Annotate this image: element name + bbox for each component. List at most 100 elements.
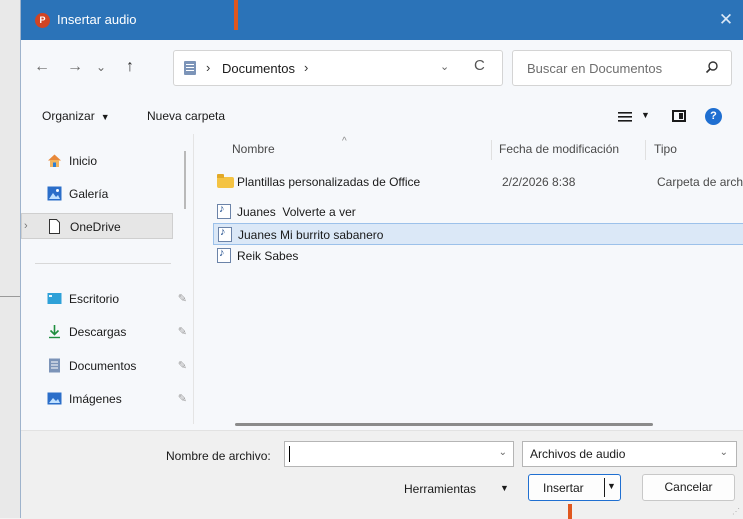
file-row[interactable]: Juanes Volverte a ver — [213, 201, 743, 223]
dialog-footer: Nombre de archivo: ⌄ Archivos de audio ⌄… — [21, 430, 743, 519]
gallery-icon — [47, 186, 62, 201]
filename-input[interactable] — [291, 442, 495, 466]
file-date: 2/2/2026 8:38 — [502, 175, 576, 189]
file-name: Juanes Mi burrito sabanero — [238, 228, 384, 242]
filename-label: Nombre de archivo: — [166, 449, 271, 463]
column-header-type[interactable]: Tipo — [654, 142, 677, 156]
sidebar-scrollbar[interactable] — [193, 134, 194, 424]
help-icon[interactable]: ? — [705, 108, 722, 125]
pin-icon[interactable]: ✎ — [178, 325, 187, 338]
sidebar-item-label: Inicio — [69, 154, 98, 168]
sidebar-item-onedrive[interactable]: › OneDrive — [21, 213, 173, 239]
audio-file-icon — [218, 226, 232, 242]
file-row-selected[interactable]: Juanes Mi burrito sabanero — [213, 223, 743, 245]
home-icon — [48, 154, 61, 167]
documents-folder-icon — [184, 61, 196, 75]
file-row[interactable]: Reik Sabes — [213, 245, 743, 267]
navigation-bar: ← → ⌄ ↑ › Documentos › ⌄ C Buscar en Doc… — [21, 48, 743, 88]
sidebar-divider — [35, 263, 171, 264]
sidebar-item-label: OneDrive — [70, 220, 121, 234]
download-icon — [49, 325, 60, 339]
insert-audio-dialog: P Insertar audio ✕ ← → ⌄ ↑ › Documentos … — [20, 0, 743, 519]
background-window-edge — [0, 0, 22, 518]
insert-dropdown-icon[interactable]: ▼ — [607, 481, 616, 491]
sidebar-item-galeria[interactable]: Galería — [35, 181, 187, 207]
caret-down-icon: ▼ — [100, 112, 110, 122]
refresh-button[interactable]: C — [474, 57, 485, 74]
column-header-name[interactable]: Nombre — [232, 142, 275, 156]
up-button[interactable]: ↑ — [119, 56, 141, 78]
sidebar-item-imagenes[interactable]: Imágenes ✎ — [35, 386, 187, 412]
sidebar-item-inicio[interactable]: Inicio — [35, 148, 187, 174]
annotation-marker-bottom — [568, 504, 572, 519]
chevron-down-icon[interactable]: ⌄ — [499, 447, 507, 458]
file-name: Juanes Volverte a ver — [237, 205, 356, 219]
column-divider[interactable] — [491, 140, 492, 160]
sidebar-item-label: Escritorio — [69, 292, 120, 306]
breadcrumb-chevron[interactable]: › — [304, 60, 308, 75]
search-input[interactable]: Buscar en Documentos — [527, 61, 662, 76]
file-type-select[interactable]: Archivos de audio ⌄ — [522, 441, 737, 467]
file-name: Plantillas personalizadas de Office — [237, 175, 421, 189]
sidebar-item-label: Galería — [69, 187, 109, 201]
documents-icon — [49, 358, 60, 373]
close-button[interactable]: ✕ — [709, 8, 743, 32]
desktop-icon — [47, 293, 62, 304]
column-divider[interactable] — [645, 140, 646, 160]
file-type: Carpeta de arch — [657, 175, 743, 189]
split-divider — [604, 478, 605, 497]
address-bar[interactable]: › Documentos › ⌄ C — [173, 50, 503, 86]
address-dropdown-icon[interactable]: ⌄ — [440, 60, 449, 73]
sidebar-item-descargas[interactable]: Descargas ✎ — [35, 319, 187, 345]
preview-pane-icon[interactable] — [672, 110, 686, 122]
breadcrumb-separator: › — [206, 60, 211, 75]
horizontal-scrollbar[interactable] — [235, 423, 653, 426]
file-type-value: Archivos de audio — [530, 447, 626, 461]
expand-chevron-icon[interactable]: › — [24, 220, 28, 232]
pictures-icon — [47, 392, 62, 405]
annotation-marker-top — [234, 0, 238, 30]
sidebar-item-escritorio[interactable]: Escritorio ✎ — [35, 286, 187, 312]
powerpoint-icon: P — [35, 13, 50, 28]
title-bar: P Insertar audio ✕ — [21, 0, 743, 40]
cancel-button[interactable]: Cancelar — [642, 474, 735, 501]
view-options-icon[interactable] — [618, 111, 632, 123]
command-bar: Organizar ▼ Nueva carpeta ▼ ? — [21, 100, 743, 134]
breadcrumb-documentos[interactable]: Documentos — [222, 61, 295, 76]
back-button[interactable]: ← — [31, 56, 53, 78]
organize-label: Organizar — [42, 109, 95, 123]
insert-button[interactable]: Insertar ▼ — [528, 474, 621, 501]
search-box[interactable]: Buscar en Documentos — [512, 50, 732, 86]
sidebar-item-label: Imágenes — [69, 392, 122, 406]
sidebar-item-documentos[interactable]: Documentos ✎ — [35, 353, 187, 379]
file-name: Reik Sabes — [237, 249, 299, 263]
forward-button[interactable]: → — [64, 56, 86, 78]
recent-locations-button[interactable]: ⌄ — [90, 56, 112, 78]
pin-icon[interactable]: ✎ — [178, 292, 187, 305]
new-folder-button[interactable]: Nueva carpeta — [147, 109, 225, 123]
window-title: Insertar audio — [57, 12, 137, 27]
filename-field[interactable]: ⌄ — [284, 441, 514, 467]
tools-dropdown-icon[interactable]: ▼ — [500, 483, 509, 493]
tools-button[interactable]: Herramientas — [404, 482, 476, 496]
organize-button[interactable]: Organizar ▼ — [42, 109, 110, 123]
sidebar-item-label: Documentos — [69, 359, 137, 373]
audio-file-icon — [217, 247, 231, 263]
pin-icon[interactable]: ✎ — [178, 359, 187, 372]
resize-grip-icon[interactable]: ⋰ — [732, 507, 740, 516]
chevron-down-icon[interactable]: ⌄ — [720, 447, 728, 458]
navigation-pane: Inicio Galería › OneDrive Escritorio ✎ D… — [21, 134, 196, 430]
search-icon[interactable] — [705, 60, 719, 74]
folder-icon — [217, 174, 234, 188]
pin-icon[interactable]: ✎ — [178, 392, 187, 405]
file-list: ^ Nombre Fecha de modificación Tipo Plan… — [199, 134, 743, 430]
file-row-folder[interactable]: Plantillas personalizadas de Office 2/2/… — [213, 171, 743, 193]
text-cursor — [289, 446, 290, 462]
column-header-date[interactable]: Fecha de modificación — [499, 142, 619, 156]
sidebar-item-label: Descargas — [69, 325, 127, 339]
document-icon — [49, 219, 60, 234]
view-options-dropdown-icon[interactable]: ▼ — [641, 110, 650, 120]
audio-file-icon — [217, 203, 231, 219]
sort-ascending-icon: ^ — [342, 136, 347, 147]
insert-label: Insertar — [543, 481, 584, 495]
